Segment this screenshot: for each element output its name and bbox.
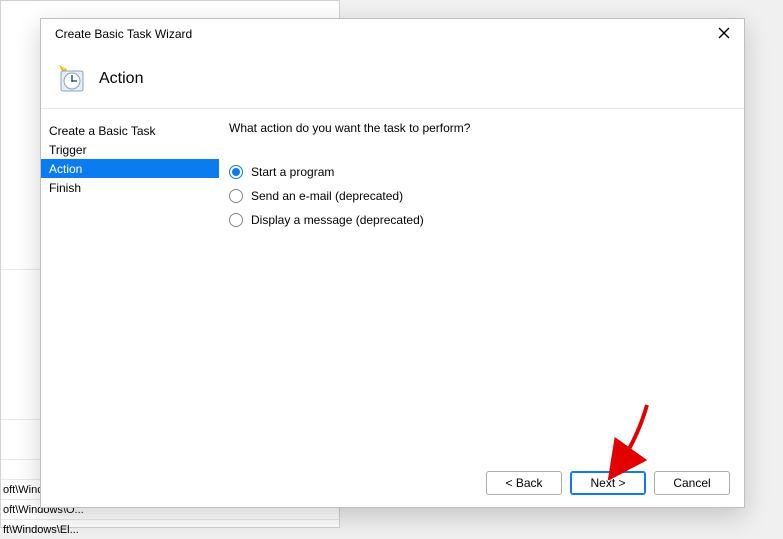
sidebar-item-action[interactable]: Action	[41, 159, 219, 178]
header-title: Action	[99, 70, 143, 88]
wizard-dialog: Create Basic Task Wizard Action Create a…	[40, 18, 745, 508]
radio-display-message[interactable]	[229, 213, 243, 227]
back-button[interactable]: < Back	[486, 471, 562, 495]
sidebar-item-create-basic-task[interactable]: Create a Basic Task	[41, 121, 219, 140]
wizard-sidebar: Create a Basic Task Trigger Action Finis…	[41, 109, 219, 457]
wizard-content: What action do you want the task to perf…	[219, 109, 744, 457]
wizard-body: Create a Basic Task Trigger Action Finis…	[41, 109, 744, 457]
header-panel: Action	[41, 49, 744, 109]
sidebar-item-finish[interactable]: Finish	[41, 178, 219, 197]
option-label: Start a program	[251, 165, 334, 179]
sidebar-item-trigger[interactable]: Trigger	[41, 140, 219, 159]
wizard-clock-icon	[55, 63, 87, 95]
titlebar: Create Basic Task Wizard	[41, 19, 744, 49]
next-button[interactable]: Next >	[570, 471, 646, 495]
close-button[interactable]	[714, 24, 734, 44]
question-text: What action do you want the task to perf…	[229, 121, 724, 135]
window-title: Create Basic Task Wizard	[55, 27, 192, 41]
option-display-message[interactable]: Display a message (deprecated)	[229, 213, 724, 227]
cancel-button[interactable]: Cancel	[654, 471, 730, 495]
radio-start-program[interactable]	[229, 165, 243, 179]
wizard-footer: < Back Next > Cancel	[41, 457, 744, 507]
option-label: Send an e-mail (deprecated)	[251, 189, 403, 203]
option-start-program[interactable]: Start a program	[229, 165, 724, 179]
bg-text-row: ft\Windows\El...	[1, 521, 339, 539]
close-icon	[718, 27, 730, 42]
option-send-email[interactable]: Send an e-mail (deprecated)	[229, 189, 724, 203]
radio-send-email[interactable]	[229, 189, 243, 203]
option-label: Display a message (deprecated)	[251, 213, 424, 227]
